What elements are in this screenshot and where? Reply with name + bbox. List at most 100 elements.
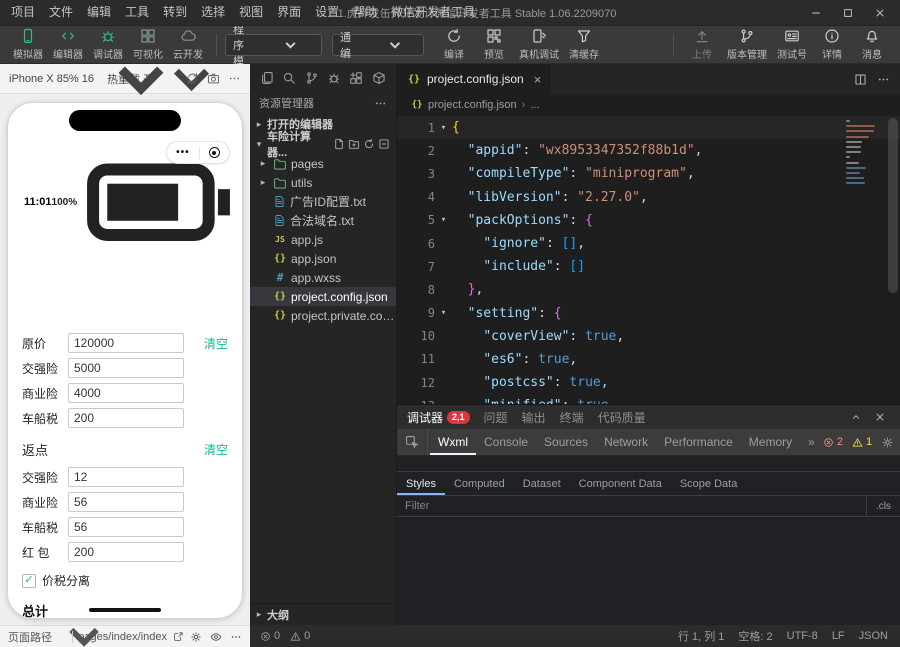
action-info[interactable]: 详情 (812, 28, 852, 61)
menu-item[interactable]: 视图 (232, 0, 270, 25)
debugger-tab[interactable]: 输出 (522, 409, 546, 426)
more-button[interactable] (374, 97, 387, 110)
new-file-button[interactable] (333, 138, 345, 150)
minimize-button[interactable] (800, 0, 832, 25)
tree-item[interactable]: ▸ utils (250, 173, 396, 192)
clear-link[interactable]: 清空 (204, 441, 228, 458)
debugger-tab[interactable]: 终端 (560, 409, 584, 426)
panel-tab-styles[interactable]: Styles (397, 472, 445, 495)
menu-item[interactable]: 项目 (4, 0, 42, 25)
close-icon[interactable]: × (534, 72, 542, 87)
more-button[interactable] (230, 631, 242, 643)
devtools-tab-console[interactable]: Console (476, 429, 536, 455)
menu-item[interactable]: 文件 (42, 0, 80, 25)
field-input[interactable] (68, 467, 184, 488)
problems-errors[interactable]: 0 (260, 630, 280, 642)
gear-button[interactable] (881, 436, 894, 449)
fold-icon[interactable]: ▾ (435, 308, 452, 318)
editor-tab[interactable]: {} project.config.json × (397, 64, 552, 94)
scrollbar[interactable] (888, 118, 898, 293)
menu-item[interactable]: 微信开发者工具 (384, 0, 482, 25)
tree-item[interactable]: {} project.config.json (250, 287, 396, 306)
menu-item[interactable]: 界面 (270, 0, 308, 25)
debugger-tab[interactable]: 代码质量 (598, 409, 646, 426)
action-git-branch[interactable]: 版本管理 (722, 28, 772, 61)
filter-input[interactable] (397, 496, 866, 516)
chevron-up-button[interactable] (850, 411, 862, 423)
project-section[interactable]: ▾ 车险计算器... (250, 131, 396, 159)
clear-link[interactable]: 清空 (204, 335, 228, 352)
menu-item[interactable]: 工具 (118, 0, 156, 25)
field-input[interactable] (68, 492, 184, 513)
collapse-button[interactable] (378, 138, 390, 150)
action-idcard[interactable]: 测试号 (772, 28, 812, 61)
more-button[interactable] (877, 73, 890, 86)
field-input[interactable] (68, 383, 184, 404)
eye-button[interactable] (210, 631, 222, 643)
menu-item[interactable]: 帮助 (346, 0, 384, 25)
panel-tab-component-data[interactable]: Component Data (570, 472, 671, 495)
console-error-count[interactable]: 2 (823, 436, 843, 448)
minimap[interactable] (846, 120, 884, 187)
search-button[interactable] (282, 71, 296, 85)
new-folder-button[interactable] (348, 138, 360, 150)
close-button[interactable] (874, 411, 886, 423)
tree-item[interactable]: {} project.private.config.js... (250, 306, 396, 325)
tree-item[interactable]: ▸ pages (250, 154, 396, 173)
debug-button[interactable] (327, 71, 341, 85)
split-button[interactable] (854, 73, 867, 86)
field-input[interactable] (68, 517, 184, 538)
action-funnel[interactable]: 清缓存 (564, 28, 604, 61)
more-button[interactable] (228, 72, 241, 85)
devtools-tab-wxml[interactable]: Wxml (430, 429, 476, 455)
field-input[interactable] (68, 333, 184, 354)
gear-button[interactable] (190, 631, 202, 643)
panel-tab-dataset[interactable]: Dataset (514, 472, 570, 495)
close-button[interactable] (864, 0, 896, 25)
panel-tab-scope-data[interactable]: Scope Data (671, 472, 746, 495)
language-mode[interactable]: JSON (859, 630, 888, 642)
action-phone-wifi[interactable]: 真机调试 (514, 28, 564, 61)
tree-item[interactable]: # app.wxss (250, 268, 396, 287)
refresh-button[interactable] (363, 138, 375, 150)
debugger-tab[interactable]: 问题 (484, 409, 508, 426)
files-button[interactable] (260, 71, 274, 85)
cursor-position[interactable]: 行 1, 列 1 (678, 628, 724, 644)
tree-item[interactable]: 广告ID配置.txt (250, 192, 396, 211)
cls-toggle[interactable]: .cls (866, 496, 900, 516)
fold-icon[interactable]: ▾ (435, 215, 452, 225)
mode-select[interactable]: 小程序模式 (225, 8, 322, 84)
menu-item[interactable]: 编辑 (80, 0, 118, 25)
code-editor[interactable]: 1 ▾{2 "appid": "wx8953347352f88b1d", 3 "co… (397, 116, 900, 404)
rotate-button[interactable] (186, 72, 199, 85)
tree-item[interactable]: 合法域名.txt (250, 211, 396, 230)
devtools-tab-performance[interactable]: Performance (656, 429, 741, 455)
console-warning-count[interactable]: 1 (852, 436, 872, 448)
menu-item[interactable]: 转到 (156, 0, 194, 25)
git-branch-button[interactable] (305, 71, 319, 85)
devtools-tab-network[interactable]: Network (596, 429, 656, 455)
devtools-tab-memory[interactable]: Memory (741, 429, 800, 455)
field-input[interactable] (68, 542, 184, 563)
devtools-tab-overflow[interactable]: » (800, 429, 823, 455)
tax-separate-checkbox[interactable]: ✓ 价税分离 (22, 572, 228, 589)
package-button[interactable] (372, 71, 386, 85)
breadcrumb[interactable]: {} project.config.json › ... (397, 94, 900, 116)
eol[interactable]: LF (832, 630, 845, 642)
capsule-menu[interactable]: ••• (166, 141, 230, 164)
devtools-tab-sources[interactable]: Sources (536, 429, 596, 455)
field-input[interactable] (68, 358, 184, 379)
field-input[interactable] (68, 408, 184, 429)
camera-button[interactable] (207, 72, 220, 85)
menu-item[interactable]: 设置 (308, 0, 346, 25)
open-external-button[interactable] (173, 631, 184, 642)
fold-icon[interactable]: ▾ (435, 123, 452, 133)
debugger-tab[interactable]: 调试器 2,1 (407, 409, 470, 426)
tree-item[interactable]: {} app.json (250, 249, 396, 268)
outline-section[interactable]: ▸ 大纲 (250, 603, 396, 625)
encoding[interactable]: UTF-8 (787, 630, 818, 642)
action-upload[interactable]: 上传 (682, 28, 722, 61)
problems-warnings[interactable]: 0 (290, 630, 310, 642)
compile-mode-select[interactable]: 普通编译 (332, 16, 424, 76)
inspect-element-button[interactable] (397, 429, 428, 455)
